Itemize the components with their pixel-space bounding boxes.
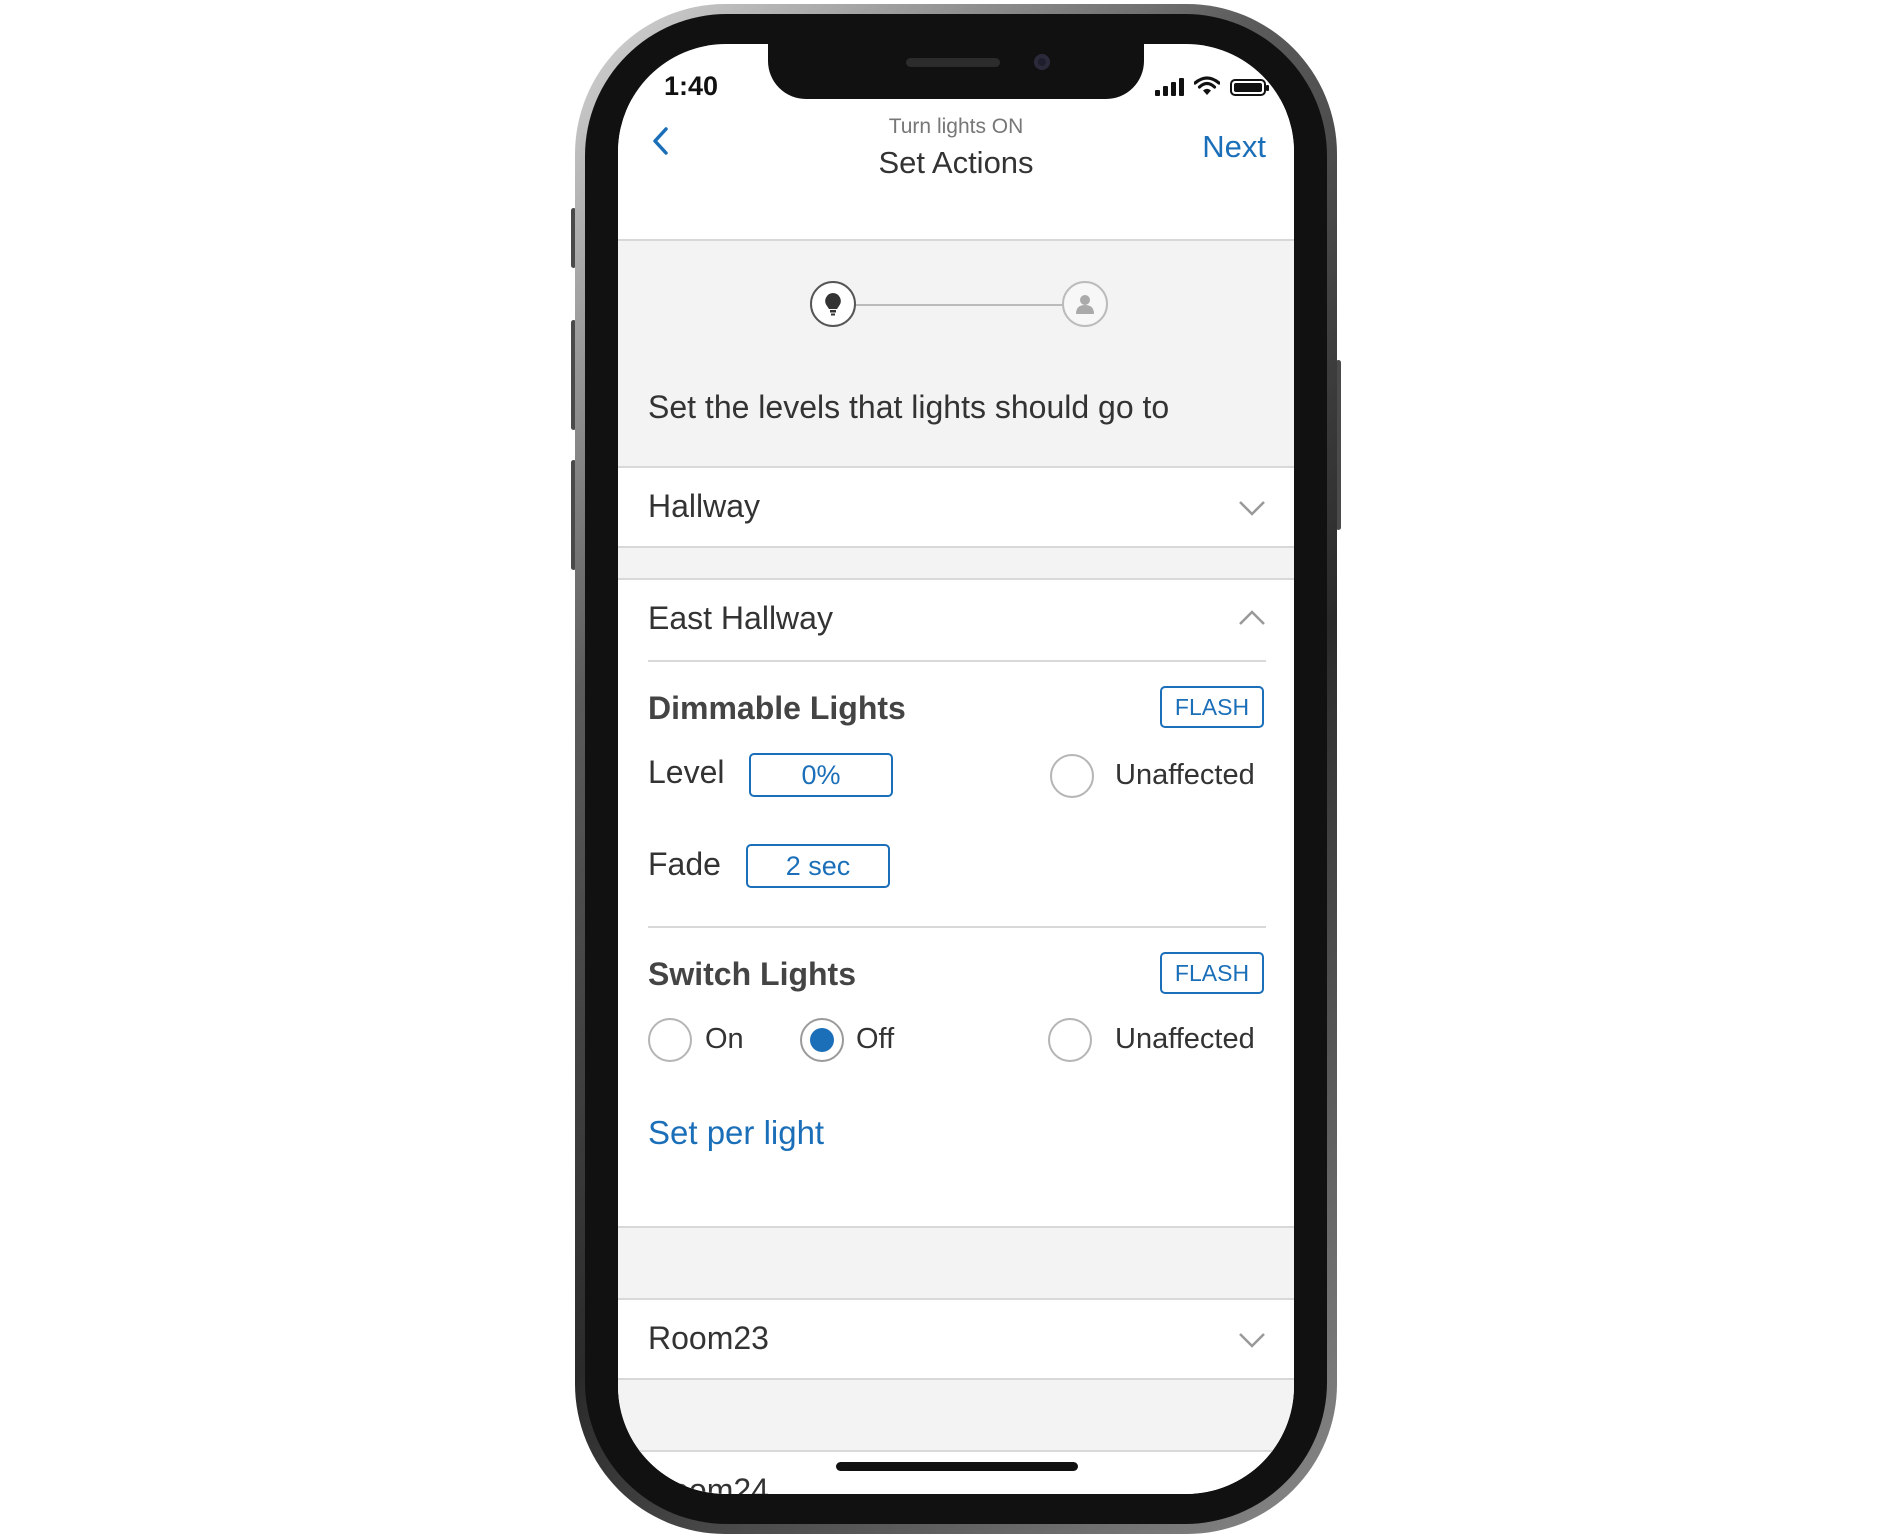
home-indicator[interactable] (836, 1462, 1078, 1471)
section-gap (618, 548, 1294, 578)
room-header-east-hallway[interactable]: East Hallway (618, 580, 1294, 660)
switch-lights-title: Switch Lights (648, 956, 856, 992)
lightbulb-icon (825, 293, 841, 316)
step-lights (810, 281, 856, 327)
step-connector (856, 304, 1062, 306)
next-button[interactable]: Next (1202, 129, 1266, 165)
switch-on-radio[interactable] (648, 1018, 692, 1062)
dimmable-flash-button[interactable]: FLASH (1160, 686, 1264, 728)
dimmable-lights-title: Dimmable Lights (648, 690, 906, 726)
wifi-icon (1194, 76, 1220, 95)
chevron-up-icon (1239, 610, 1265, 625)
fade-input[interactable]: 2 sec (746, 844, 890, 888)
switch-unaffected-label: Unaffected (1115, 1023, 1255, 1055)
room-label: Room23 (648, 1320, 769, 1356)
step-person (1062, 281, 1108, 327)
divider (648, 660, 1266, 662)
dimmable-unaffected-radio[interactable] (1050, 754, 1094, 798)
room-label: East Hallway (648, 600, 833, 636)
level-label: Level (648, 754, 725, 790)
nav-header: Turn lights ON Set Actions Next (618, 99, 1294, 241)
instruction-text: Set the levels that lights should go to (648, 389, 1170, 425)
divider (648, 926, 1266, 928)
room-label: Room24 (648, 1472, 769, 1494)
switch-flash-button[interactable]: FLASH (1160, 952, 1264, 994)
fade-label: Fade (648, 846, 721, 882)
phone-screen: 1:40 Turn lights ON Set Actions Next Set… (618, 44, 1294, 1494)
front-camera (1034, 54, 1050, 70)
level-input[interactable]: 0% (749, 753, 893, 797)
cellular-signal-icon (1155, 76, 1184, 96)
room-row-east-hallway: East Hallway Dimmable Lights FLASH Level… (618, 578, 1294, 1228)
room-row-room23[interactable]: Room23 (618, 1298, 1294, 1380)
dimmable-unaffected-label: Unaffected (1115, 759, 1255, 791)
switch-on-label: On (705, 1023, 744, 1055)
speaker (906, 58, 1000, 67)
notch (768, 44, 1144, 99)
room-row-room24[interactable]: Room24 (618, 1450, 1294, 1494)
chevron-down-icon (1239, 501, 1265, 516)
room-label: Hallway (648, 488, 761, 524)
status-icons (1155, 76, 1269, 96)
switch-unaffected-radio[interactable] (1048, 1018, 1092, 1062)
room-row-hallway[interactable]: Hallway (618, 466, 1294, 548)
battery-icon (1230, 79, 1269, 96)
section-gap (618, 1380, 1294, 1452)
chevron-down-icon (1239, 1333, 1265, 1348)
page-title: Set Actions (878, 145, 1034, 180)
header-subtitle: Turn lights ON (888, 115, 1024, 138)
switch-off-radio[interactable] (800, 1018, 844, 1062)
step-indicator-area: Set the levels that lights should go to (618, 241, 1294, 468)
section-gap (618, 1228, 1294, 1300)
chevron-down-icon (1239, 1485, 1265, 1494)
status-time: 1:40 (664, 71, 719, 101)
set-per-light-link[interactable]: Set per light (648, 1114, 824, 1152)
person-icon (1076, 295, 1094, 314)
switch-off-label: Off (856, 1023, 895, 1055)
